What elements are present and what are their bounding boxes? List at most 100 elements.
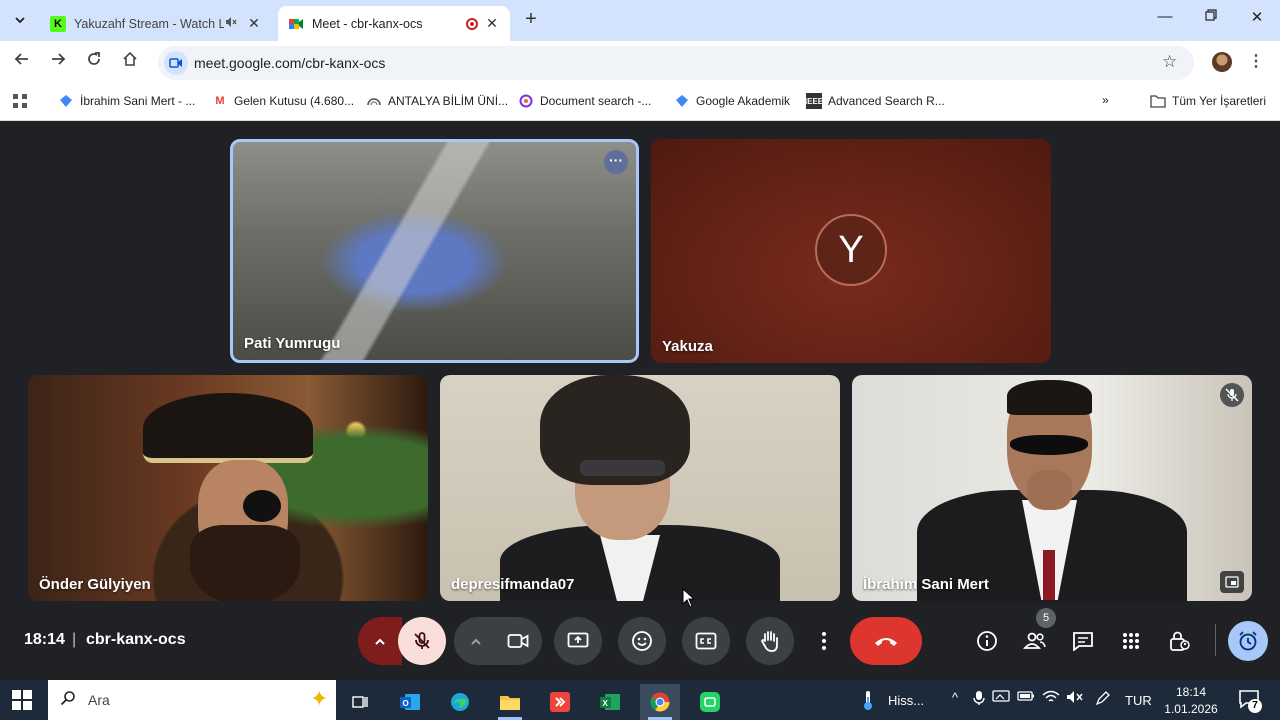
windows-start-icon[interactable] <box>12 690 32 710</box>
participant-tile[interactable]: ··· Pati Yumrugu <box>230 139 639 363</box>
divider <box>1215 624 1216 656</box>
all-bookmarks-button[interactable]: Tüm Yer İşaretleri <box>1150 93 1266 109</box>
weather-label[interactable]: Hiss... <box>888 693 924 708</box>
meet-icon <box>288 16 304 32</box>
more-options-icon[interactable]: ··· <box>604 150 628 174</box>
participant-tile[interactable]: Y Yakuza <box>651 139 1051 363</box>
emoji-icon <box>632 631 652 651</box>
raise-hand-button[interactable] <box>746 617 794 665</box>
video-feed <box>143 393 313 463</box>
arrow-right-icon <box>52 53 66 65</box>
bookmark-item[interactable]: ANTALYA BİLİM ÜNİ... <box>366 93 508 109</box>
taskbar-clock[interactable]: 18:14 1.01.2026 <box>1164 684 1218 718</box>
toggle-camera-button[interactable] <box>494 617 542 665</box>
minimize-button[interactable]: — <box>1142 8 1188 32</box>
participant-tile[interactable]: Önder Gülyiyen <box>28 375 428 601</box>
site-info-icon[interactable] <box>164 51 188 75</box>
leave-call-button[interactable] <box>850 617 922 665</box>
weather-widget-icon[interactable] <box>858 689 878 716</box>
tab-stream[interactable]: K Yakuzahf Stream - Watch Li ✕ <box>40 6 272 41</box>
restore-button[interactable] <box>1188 8 1234 32</box>
video-settings-button[interactable] <box>454 617 498 665</box>
task-view-icon[interactable] <box>340 684 380 720</box>
apps-icon[interactable] <box>12 93 28 109</box>
clock-time: 18:14 <box>1175 685 1207 699</box>
meeting-details-button[interactable] <box>970 624 1004 658</box>
display-icon[interactable] <box>992 690 1010 708</box>
bookmark-item[interactable]: İbrahim Sani Mert - ... <box>58 93 195 109</box>
hang-up-icon <box>875 638 897 646</box>
microphone-icon[interactable] <box>970 690 988 708</box>
camera-control <box>454 617 542 665</box>
tab-meet[interactable]: Meet - cbr-kanx-ocs ✕ <box>278 6 510 41</box>
chevron-up-icon[interactable]: ^ <box>946 690 964 708</box>
bookmark-item[interactable]: Google Akademik <box>674 93 790 109</box>
browser-menu-icon[interactable]: ⋮ <box>1248 51 1264 71</box>
close-tab-icon[interactable]: ✕ <box>246 15 262 32</box>
participant-tile[interactable]: İbrahim Sani Mert <box>852 375 1252 601</box>
tab-muted-icon[interactable] <box>224 15 240 32</box>
new-tab-button[interactable]: + <box>520 9 542 31</box>
university-icon <box>366 93 382 109</box>
mic-off-icon <box>1220 383 1244 407</box>
meet-stage: ··· Pati Yumrugu Y Yakuza Önder Gülyiyen… <box>0 121 1280 680</box>
excel-icon[interactable]: X <box>590 684 630 720</box>
battery-icon[interactable] <box>1017 690 1035 708</box>
more-bookmarks-icon[interactable]: » <box>1102 93 1109 107</box>
close-tab-icon[interactable]: ✕ <box>484 15 500 32</box>
closed-captions-icon <box>695 632 717 650</box>
search-icon <box>60 690 76 711</box>
anydesk-icon[interactable] <box>540 684 580 720</box>
participant-tile[interactable]: depresifmanda07 <box>440 375 840 601</box>
bookmark-item[interactable]: Document search -... <box>518 93 651 109</box>
bookmark-item[interactable]: M Gelen Kutusu (4.680... <box>212 93 354 109</box>
address-bar[interactable]: meet.google.com/cbr-kanx-ocs <box>158 46 1194 80</box>
chevron-down-icon <box>15 17 25 24</box>
volume-muted-icon[interactable] <box>1066 690 1084 708</box>
people-button[interactable] <box>1018 624 1052 658</box>
host-controls-button[interactable] <box>1162 624 1196 658</box>
pen-icon[interactable] <box>1094 690 1112 708</box>
more-options-button[interactable] <box>808 617 840 665</box>
bookmark-label: ANTALYA BİLİM ÜNİ... <box>388 94 509 108</box>
audio-settings-button[interactable] <box>358 617 402 665</box>
svg-text:X: X <box>603 699 609 708</box>
chat-button[interactable] <box>1066 624 1100 658</box>
bookmark-label: Gelen Kutusu (4.680... <box>234 94 355 108</box>
home-button[interactable] <box>118 51 142 75</box>
bookmark-star-icon[interactable]: ☆ <box>1162 52 1177 72</box>
bookmark-item[interactable]: IEEE Advanced Search R... <box>805 93 945 109</box>
toggle-mic-button[interactable] <box>398 617 446 665</box>
edge-icon[interactable] <box>440 684 480 720</box>
taskbar-search[interactable]: Ara ✦ <box>48 680 336 720</box>
captions-button[interactable] <box>682 617 730 665</box>
chevron-up-icon <box>375 638 385 645</box>
wifi-icon[interactable] <box>1042 690 1060 708</box>
input-language[interactable]: TUR <box>1125 693 1152 708</box>
reload-button[interactable] <box>82 51 106 75</box>
bookmark-label: Document search -... <box>540 94 652 108</box>
tab-search-button[interactable] <box>8 8 32 32</box>
close-window-button[interactable]: ✕ <box>1234 8 1280 32</box>
timer-button[interactable] <box>1228 621 1268 661</box>
profile-avatar[interactable] <box>1212 52 1232 72</box>
apps-grid-icon <box>1123 633 1139 649</box>
mic-off-icon <box>414 632 430 649</box>
picture-in-picture-icon[interactable] <box>1220 571 1244 593</box>
outlook-icon[interactable]: O <box>390 684 430 720</box>
present-button[interactable] <box>554 617 602 665</box>
tab-strip: K Yakuzahf Stream - Watch Li ✕ Meet - cb… <box>0 0 1280 41</box>
activities-button[interactable] <box>1114 624 1148 658</box>
file-explorer-icon[interactable] <box>490 684 530 720</box>
meeting-time: 18:14 <box>24 631 65 648</box>
windows-taskbar: Ara ✦ O X Hiss... <box>0 680 1280 720</box>
lock-person-icon <box>1170 631 1190 651</box>
reactions-button[interactable] <box>618 617 666 665</box>
forward-button[interactable] <box>46 51 70 75</box>
chrome-icon[interactable] <box>640 684 680 720</box>
document-search-icon <box>518 93 534 109</box>
whatsapp-icon[interactable] <box>690 684 730 720</box>
scholar-icon <box>674 93 690 109</box>
bookmark-label: Google Akademik <box>696 94 791 108</box>
back-button[interactable] <box>10 51 34 75</box>
